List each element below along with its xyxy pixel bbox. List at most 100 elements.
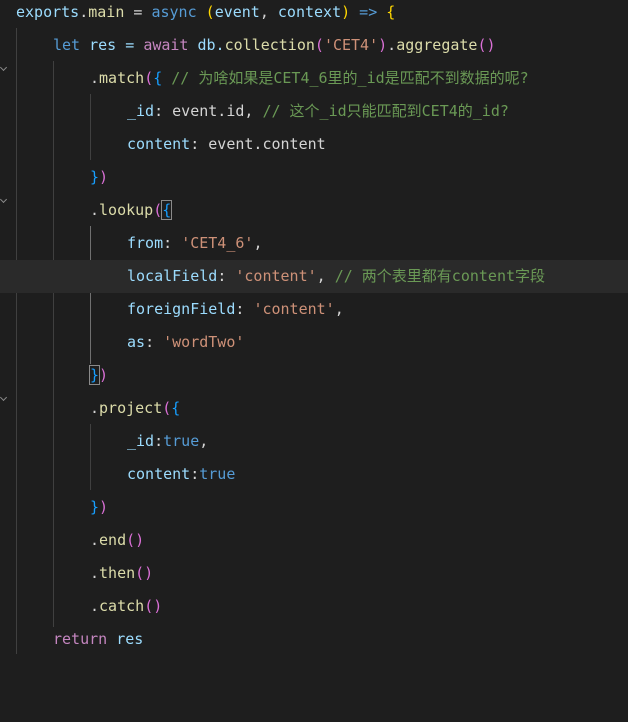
token-key-content: content bbox=[127, 135, 191, 153]
token-paren-open: ( bbox=[153, 201, 163, 219]
token-dot: . bbox=[90, 531, 100, 549]
code-line-11[interactable]: as: 'wordTwo' bbox=[0, 326, 628, 359]
code-line-18[interactable]: .then() bbox=[0, 557, 628, 590]
token-colon: : bbox=[217, 267, 236, 285]
code-line-5[interactable]: content: event.content bbox=[0, 128, 628, 161]
token-catch: catch bbox=[99, 597, 145, 615]
token-dot: . bbox=[90, 69, 100, 87]
token-dot: . bbox=[90, 564, 100, 582]
token-brace-open: { bbox=[386, 3, 396, 21]
token-brace-close-matched: } bbox=[88, 365, 101, 385]
token-key-foreignfield: foreignField bbox=[127, 300, 236, 318]
code-line-13[interactable]: .project({ bbox=[0, 392, 628, 425]
token-parens: () bbox=[144, 597, 163, 615]
code-comment: // 两个表里都有content字段 bbox=[334, 267, 546, 285]
token-paren-open: ( bbox=[162, 399, 172, 417]
token-comma: , bbox=[334, 300, 344, 318]
token-colon: : bbox=[235, 300, 254, 318]
token-string-cet4: 'CET4' bbox=[323, 36, 379, 54]
token-then: then bbox=[99, 564, 136, 582]
token-brace-open: { bbox=[171, 399, 181, 417]
token-db: db. bbox=[188, 36, 225, 54]
token-async: async bbox=[151, 3, 197, 21]
token-collection: collection bbox=[224, 36, 315, 54]
token-await: await bbox=[143, 36, 189, 54]
token-true: true bbox=[163, 432, 200, 450]
code-line-10[interactable]: foreignField: 'content', bbox=[0, 293, 628, 326]
token-value: : event.id, bbox=[154, 102, 263, 120]
token-colon: : bbox=[145, 333, 164, 351]
token-exports: exports bbox=[16, 3, 80, 21]
token-let: let bbox=[53, 36, 81, 54]
token-paren-open: ( bbox=[205, 3, 215, 21]
code-line-17[interactable]: .end() bbox=[0, 524, 628, 557]
token-comma: , bbox=[259, 3, 278, 21]
token-key-localfield: localField bbox=[127, 267, 218, 285]
code-line-1[interactable]: exports.main = async (event, context) =>… bbox=[0, 0, 628, 29]
code-line-4[interactable]: _id: event.id, // 这个_id只能匹配到CET4的_id? bbox=[0, 95, 628, 128]
token-paren-close: ) bbox=[99, 168, 109, 186]
code-comment: // 为啥如果是CET4_6里的_id是匹配不到数据的呢? bbox=[162, 69, 529, 87]
token-paren-open: ( bbox=[314, 36, 324, 54]
token-value: : event.content bbox=[190, 135, 326, 153]
token-res: res = bbox=[80, 36, 144, 54]
token-key-from: from bbox=[127, 234, 164, 252]
token-key-content: content bbox=[127, 465, 191, 483]
code-line-15[interactable]: content:true bbox=[0, 458, 628, 491]
token-key-id: _id bbox=[127, 432, 155, 450]
token-brace-open-matched: { bbox=[161, 200, 173, 220]
token-paren-close: ) bbox=[99, 366, 109, 384]
token-context-param: context bbox=[277, 3, 342, 21]
token-string: 'content' bbox=[235, 267, 317, 285]
token-aggregate: aggregate bbox=[396, 36, 478, 54]
token-comma: , bbox=[253, 234, 263, 252]
token-match: match bbox=[99, 69, 145, 87]
token-string: 'wordTwo' bbox=[163, 333, 245, 351]
token-event-param: event bbox=[214, 3, 260, 21]
token-parens: () bbox=[135, 564, 154, 582]
code-editor[interactable]: exports.main = async (event, context) =>… bbox=[0, 0, 628, 654]
token-true: true bbox=[199, 465, 236, 483]
code-line-3[interactable]: .match({ // 为啥如果是CET4_6里的_id是匹配不到数据的呢? bbox=[0, 62, 628, 95]
token-string: 'content' bbox=[253, 300, 335, 318]
code-line-16[interactable]: }) bbox=[0, 491, 628, 524]
token-paren-open: ( bbox=[144, 69, 154, 87]
token-dot: . bbox=[79, 3, 89, 21]
token-brace-open: { bbox=[153, 69, 163, 87]
token-project: project bbox=[99, 399, 163, 417]
code-line-20[interactable]: return res bbox=[0, 623, 628, 656]
token-paren-close: ) bbox=[341, 3, 351, 21]
token-paren-close: ) bbox=[378, 36, 388, 54]
token-brace-close: } bbox=[90, 498, 100, 516]
code-line-2[interactable]: let res = await db.collection('CET4').ag… bbox=[0, 29, 628, 62]
token-main: main bbox=[88, 3, 125, 21]
token-brace-close: } bbox=[90, 168, 100, 186]
code-line-8[interactable]: from: 'CET4_6', bbox=[0, 227, 628, 260]
code-line-19[interactable]: .catch() bbox=[0, 590, 628, 623]
token-colon: : bbox=[163, 234, 182, 252]
token-colon: : bbox=[190, 465, 200, 483]
token-arrow: => bbox=[350, 3, 387, 21]
code-line-6[interactable]: }) bbox=[0, 161, 628, 194]
token-parens: () bbox=[126, 531, 145, 549]
token-dot: . bbox=[90, 201, 100, 219]
code-comment: // 这个_id只能匹配到CET4的_id? bbox=[262, 102, 509, 120]
token-key-id: _id bbox=[127, 102, 155, 120]
token-dot: . bbox=[387, 36, 397, 54]
token-return: return bbox=[53, 630, 108, 648]
token-colon: : bbox=[154, 432, 164, 450]
token-dot: . bbox=[90, 399, 100, 417]
token-key-as: as bbox=[127, 333, 146, 351]
token-parens: () bbox=[477, 36, 496, 54]
token-string: 'CET4_6' bbox=[181, 234, 254, 252]
code-line-14[interactable]: _id:true, bbox=[0, 425, 628, 458]
code-line-12[interactable]: }) bbox=[0, 359, 628, 392]
code-line-9-current[interactable]: localField: 'content', // 两个表里都有content字… bbox=[0, 260, 628, 293]
token-paren-close: ) bbox=[99, 498, 109, 516]
token-lookup: lookup bbox=[99, 201, 154, 219]
token-end: end bbox=[99, 531, 127, 549]
token-dot: . bbox=[90, 597, 100, 615]
code-line-7[interactable]: .lookup({ bbox=[0, 194, 628, 227]
token-equals: = bbox=[124, 3, 152, 21]
